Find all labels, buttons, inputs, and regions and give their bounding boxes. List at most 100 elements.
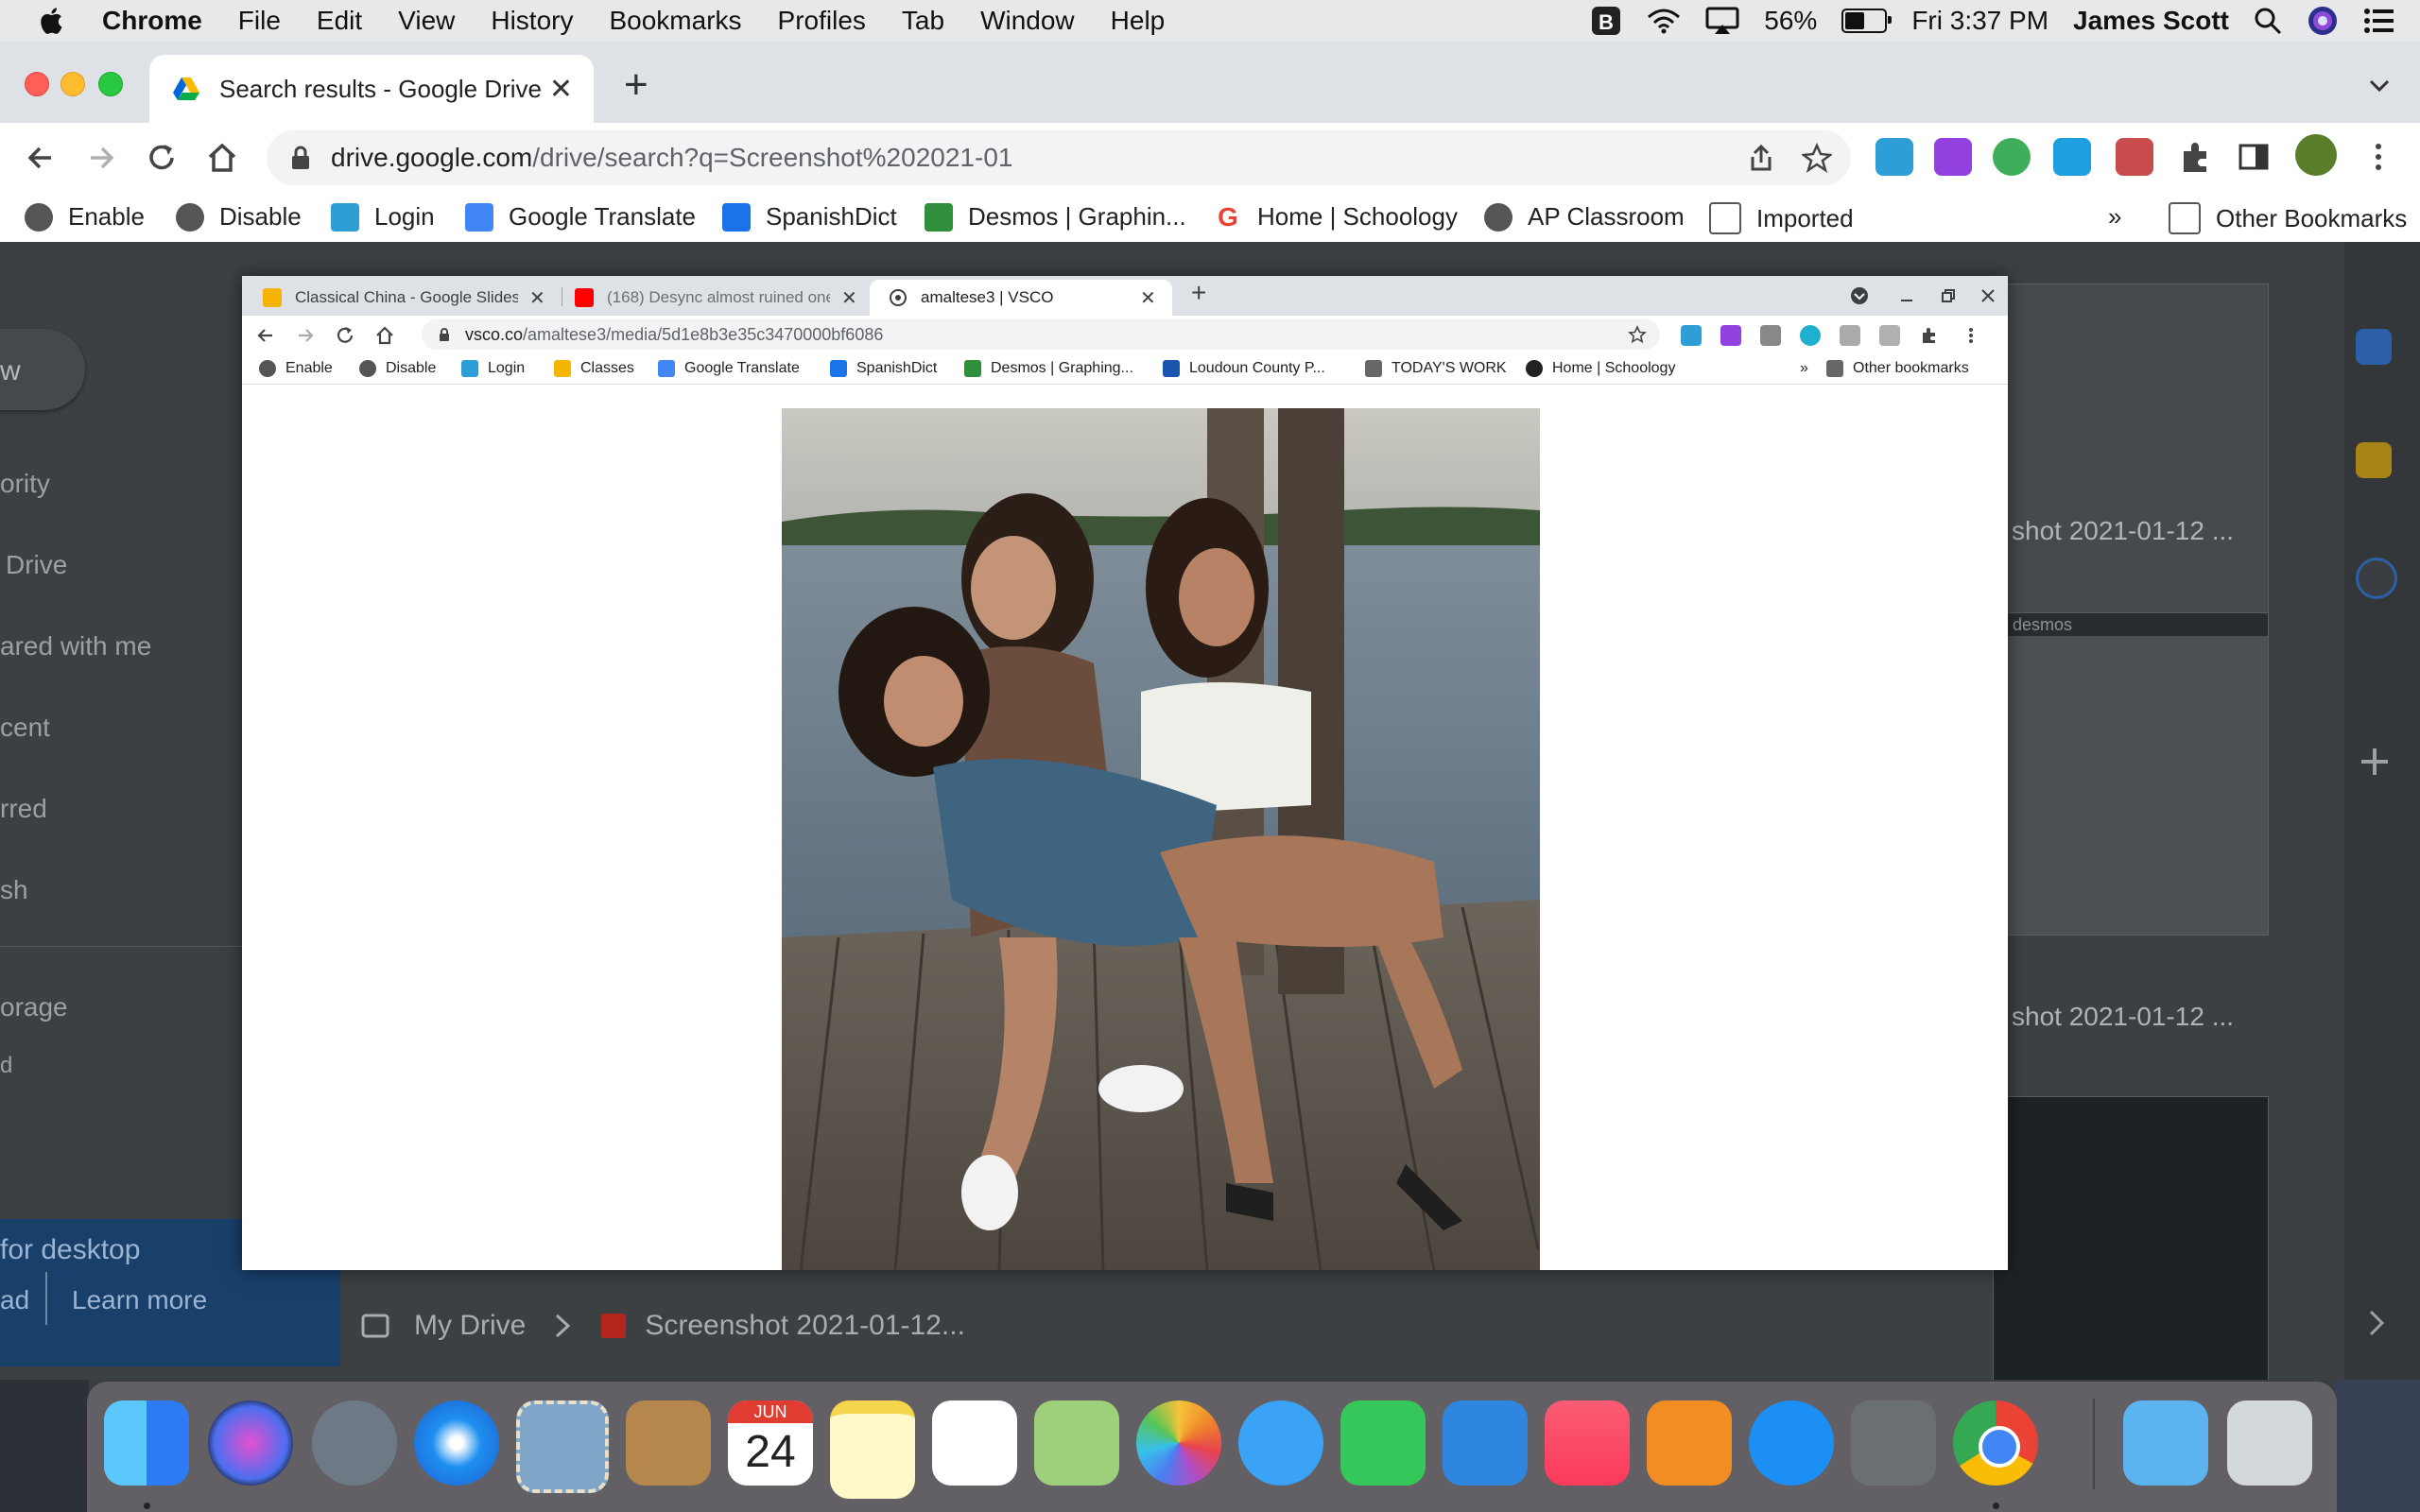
- menu-profiles[interactable]: Profiles: [778, 6, 866, 36]
- menu-app-name[interactable]: Chrome: [102, 6, 202, 36]
- tab-search-chevron-icon[interactable]: [2367, 74, 2392, 98]
- sync-extension-icon[interactable]: [2053, 138, 2091, 176]
- inner-new-tab-button[interactable]: +: [1191, 278, 1206, 308]
- inner-minimize-icon[interactable]: [1898, 287, 1915, 304]
- menu-clock[interactable]: Fri 3:37 PM: [1911, 6, 2048, 36]
- minimize-window-button[interactable]: [60, 72, 85, 96]
- rewordify-extension-icon[interactable]: [1934, 138, 1972, 176]
- side-panel-chevron-icon[interactable]: [2358, 1304, 2395, 1342]
- chrome-icon[interactable]: [1953, 1400, 2038, 1486]
- lock-icon[interactable]: [287, 145, 314, 171]
- inner-tab-vsco[interactable]: amaltese3 | VSCO ✕: [870, 280, 1172, 316]
- spotlight-search-icon[interactable]: [2254, 7, 2282, 35]
- bookmarks-overflow-chevron[interactable]: »: [2108, 202, 2121, 232]
- trash-icon[interactable]: [2227, 1400, 2312, 1486]
- menu-help[interactable]: Help: [1111, 6, 1166, 36]
- inner-bookmark-spanishdict[interactable]: SpanishDict: [830, 360, 937, 377]
- inner-bookmark-todays-work[interactable]: TODAY'S WORK: [1365, 360, 1507, 377]
- menu-tab[interactable]: Tab: [902, 6, 944, 36]
- inner-sync-extension-icon[interactable]: [1840, 325, 1860, 346]
- inner-tab-youtube[interactable]: (168) Desync almost ruined one ✕: [575, 280, 858, 316]
- inner-reload-icon[interactable]: [335, 325, 355, 346]
- grammar-extension-icon[interactable]: [1993, 138, 2031, 176]
- profile-avatar[interactable]: [2295, 134, 2337, 176]
- app-store-icon[interactable]: [1749, 1400, 1834, 1486]
- chrome-menu-icon[interactable]: [2360, 138, 2397, 176]
- zoom-window-button[interactable]: [98, 72, 123, 96]
- bookmark-imported[interactable]: Imported: [1709, 202, 1854, 234]
- reminders-icon[interactable]: [932, 1400, 1017, 1486]
- bookmark-schoology[interactable]: G Home | Schoology: [1214, 202, 1458, 232]
- inner-copy-extension-icon[interactable]: [1760, 325, 1781, 346]
- inner-tab-search-icon[interactable]: [1849, 285, 1870, 306]
- inner-cloud-extension-icon[interactable]: [1681, 325, 1702, 346]
- inner-close-window-icon[interactable]: [1979, 287, 1996, 304]
- tasks-side-icon[interactable]: [2356, 558, 2397, 599]
- control-center-icon[interactable]: [2363, 7, 2395, 35]
- inner-extensions-icon[interactable]: [1919, 325, 1940, 346]
- new-tab-button[interactable]: +: [624, 64, 648, 106]
- close-tab-icon[interactable]: ✕: [1140, 286, 1156, 310]
- menu-edit[interactable]: Edit: [317, 6, 362, 36]
- siri-icon[interactable]: [2307, 5, 2339, 37]
- inner-bookmark-login[interactable]: Login: [461, 360, 525, 377]
- inner-bookmark-enable[interactable]: Enable: [259, 360, 333, 377]
- app-status-icon[interactable]: B: [1590, 5, 1622, 37]
- system-preferences-icon[interactable]: [1851, 1400, 1936, 1486]
- breadcrumb-my-drive[interactable]: My Drive: [414, 1310, 526, 1342]
- inner-chrome-menu-icon[interactable]: [1961, 325, 1981, 346]
- drive-nav-starred[interactable]: rred: [0, 794, 47, 824]
- inner-forward-arrow-icon[interactable]: [295, 325, 316, 346]
- apple-menu-icon[interactable]: [38, 6, 68, 36]
- books-icon[interactable]: [1647, 1400, 1732, 1486]
- inner-bookmark-schoology[interactable]: Home | Schoology: [1526, 360, 1675, 377]
- add-addon-plus-icon[interactable]: [2356, 743, 2394, 781]
- back-arrow-icon[interactable]: [23, 140, 59, 176]
- keep-side-icon[interactable]: [2356, 442, 2392, 478]
- calendar-icon[interactable]: JUN 24: [728, 1400, 813, 1486]
- drive-nav-recent[interactable]: cent: [0, 713, 50, 743]
- inner-bookmark-google-translate[interactable]: Google Translate: [658, 360, 800, 377]
- other-bookmarks-folder[interactable]: Other Bookmarks: [2169, 202, 2407, 234]
- drive-nav-my-drive[interactable]: Drive: [6, 550, 67, 580]
- bookmark-star-icon[interactable]: [1802, 143, 1832, 173]
- drive-nav-storage[interactable]: orage: [0, 992, 68, 1022]
- promo-learn-more-button[interactable]: Learn more: [72, 1285, 207, 1315]
- inner-restore-icon[interactable]: [1940, 287, 1957, 304]
- mail-icon[interactable]: [516, 1400, 609, 1493]
- downloads-folder-icon[interactable]: [2123, 1400, 2208, 1486]
- inner-tab-slides[interactable]: Classical China - Google Slides ✕: [263, 280, 546, 316]
- close-tab-icon[interactable]: ✕: [529, 286, 545, 310]
- inner-bookmarks-overflow-chevron[interactable]: »: [1800, 360, 1808, 377]
- promo-download-button[interactable]: ad: [0, 1285, 29, 1315]
- inner-bookmark-disable[interactable]: Disable: [359, 360, 436, 377]
- facetime-icon[interactable]: [1340, 1400, 1426, 1486]
- inner-back-arrow-icon[interactable]: [255, 325, 276, 346]
- menu-window[interactable]: Window: [980, 6, 1075, 36]
- keynote-icon[interactable]: [1443, 1400, 1528, 1486]
- drive-nav-shared[interactable]: ared with me: [0, 631, 151, 662]
- menu-user-name[interactable]: James Scott: [2073, 6, 2229, 36]
- bookmark-google-translate[interactable]: Google Translate: [465, 202, 696, 232]
- inner-home-icon[interactable]: [374, 325, 395, 346]
- photos-icon[interactable]: [1136, 1400, 1221, 1486]
- inner-bookmark-loudoun[interactable]: Loudoun County P...: [1163, 360, 1325, 377]
- safari-icon[interactable]: [414, 1400, 499, 1486]
- bookmark-disable[interactable]: Disable: [176, 202, 302, 232]
- inner-bookmark-star-icon[interactable]: [1628, 325, 1647, 344]
- inner-puzzle-purple-extension-icon[interactable]: [1720, 325, 1741, 346]
- bookmark-spanishdict[interactable]: SpanishDict: [722, 202, 897, 232]
- vsco-photo[interactable]: [782, 408, 1540, 1270]
- close-tab-icon[interactable]: ✕: [841, 286, 857, 310]
- inner-bookmark-classes[interactable]: Classes: [554, 360, 634, 377]
- tab-google-drive[interactable]: Search results - Google Drive ✕: [149, 55, 594, 123]
- menu-view[interactable]: View: [398, 6, 455, 36]
- address-bar[interactable]: drive.google.com/drive/search?q=Screensh…: [267, 130, 1851, 185]
- launchpad-icon[interactable]: [312, 1400, 397, 1486]
- maps-icon[interactable]: [1034, 1400, 1119, 1486]
- calendar-side-icon[interactable]: [2356, 329, 2392, 365]
- messages-icon[interactable]: [1238, 1400, 1323, 1486]
- reload-icon[interactable]: [144, 140, 180, 176]
- inner-lock-icon[interactable]: [437, 327, 452, 342]
- music-icon[interactable]: [1545, 1400, 1630, 1486]
